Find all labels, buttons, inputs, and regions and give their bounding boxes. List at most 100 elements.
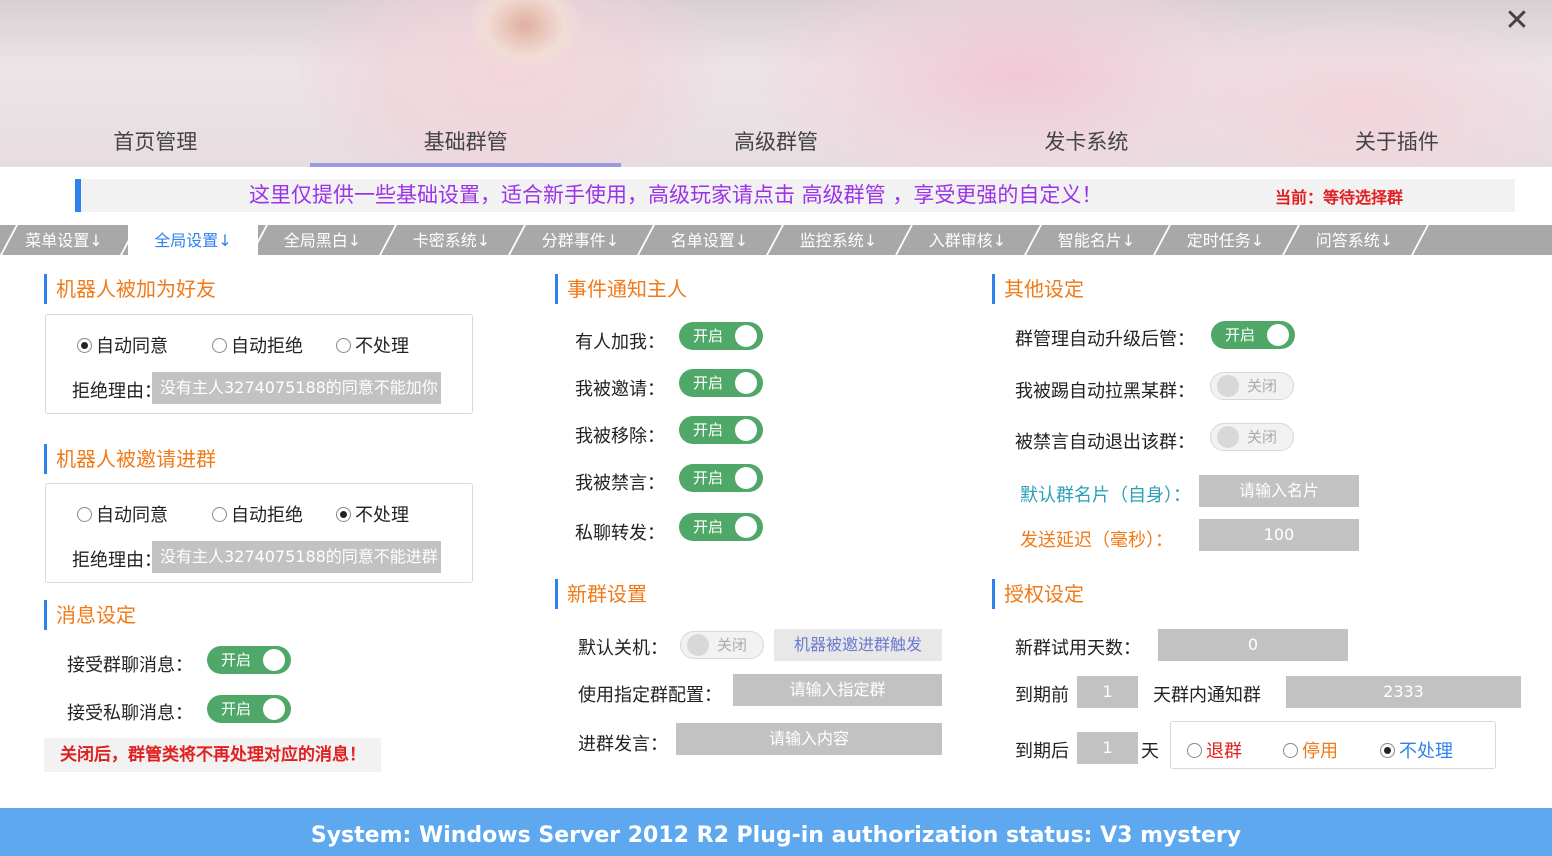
close-icon[interactable]: ✕ bbox=[1502, 6, 1532, 36]
radio-circle-icon bbox=[1380, 743, 1395, 758]
event-label-friend-add: 有人加我： bbox=[575, 332, 665, 353]
event-toggle-invited[interactable]: 开启 bbox=[679, 369, 763, 397]
main-nav: 首页管理 基础群管 高级群管 发卡系统 关于插件 bbox=[0, 118, 1552, 167]
expire-radio-disable[interactable]: 停用 bbox=[1283, 737, 1338, 763]
section-title-auth: 授权设定 bbox=[992, 579, 1084, 609]
sub-tab-bar: 菜单设置↓ 全局设置↓ 全局黑白↓ 卡密系统↓ 分群事件↓ 名单设置↓ 监控系统… bbox=[0, 225, 1552, 255]
invite-radio-accept[interactable]: 自动同意 bbox=[77, 501, 168, 527]
event-toggle-friend-add[interactable]: 开启 bbox=[679, 322, 763, 350]
radio-circle-icon bbox=[212, 507, 227, 522]
other-toggle-admin-upgrade[interactable]: 开启 bbox=[1211, 321, 1295, 349]
event-toggle-removed[interactable]: 开启 bbox=[679, 416, 763, 444]
join-speech-label: 进群发言： bbox=[578, 734, 668, 755]
tab-card-key-system[interactable]: 卡密系统↓ bbox=[387, 225, 516, 255]
accept-private-message-toggle[interactable]: 开启 bbox=[207, 695, 291, 723]
tab-menu-settings[interactable]: 菜单设置↓ bbox=[0, 225, 128, 255]
tab-join-review[interactable]: 入群审核↓ bbox=[903, 225, 1032, 255]
status-footer: System: Windows Server 2012 R2 Plug-in a… bbox=[0, 808, 1552, 856]
friend-radio-reject[interactable]: 自动拒绝 bbox=[212, 332, 303, 358]
expire-after-input[interactable]: 1 bbox=[1077, 732, 1138, 764]
event-label-invited: 我被邀请： bbox=[575, 379, 665, 400]
default-card-input[interactable]: 请输入名片 bbox=[1199, 475, 1359, 507]
tab-global-settings[interactable]: 全局设置↓ bbox=[128, 225, 258, 255]
accept-private-message-label: 接受私聊消息： bbox=[67, 703, 193, 724]
nav-card-system[interactable]: 发卡系统 bbox=[931, 118, 1241, 167]
event-label-muted: 我被禁言： bbox=[575, 473, 665, 494]
radio-circle-icon bbox=[336, 507, 351, 522]
nav-basic-group[interactable]: 基础群管 bbox=[310, 118, 622, 167]
invite-trigger-button[interactable]: 机器被邀进群触发 bbox=[774, 629, 942, 661]
section-title-friend: 机器人被加为好友 bbox=[44, 274, 216, 304]
tab-qa-system[interactable]: 问答系统↓ bbox=[1290, 225, 1419, 255]
accept-group-message-label: 接受群聊消息： bbox=[67, 655, 193, 676]
friend-reason-label: 拒绝理由： bbox=[72, 381, 162, 402]
expire-after-label: 到期后 bbox=[1015, 741, 1069, 762]
tab-list-settings[interactable]: 名单设置↓ bbox=[645, 225, 774, 255]
invite-radio-reject[interactable]: 自动拒绝 bbox=[212, 501, 303, 527]
toggle-knob-icon bbox=[687, 634, 709, 656]
join-speech-input[interactable]: 请输入内容 bbox=[676, 723, 942, 755]
notify-group-input[interactable]: 2333 bbox=[1286, 676, 1521, 708]
nav-about-plugin[interactable]: 关于插件 bbox=[1242, 118, 1552, 167]
toggle-knob-icon bbox=[735, 372, 757, 394]
section-title-invite: 机器人被邀请进群 bbox=[44, 444, 216, 474]
default-off-label: 默认关机： bbox=[578, 638, 668, 659]
nav-home[interactable]: 首页管理 bbox=[0, 118, 310, 167]
toggle-knob-icon bbox=[735, 325, 757, 347]
expire-radio-ignore[interactable]: 不处理 bbox=[1380, 737, 1453, 763]
radio-circle-icon bbox=[336, 338, 351, 353]
trial-days-input[interactable]: 0 bbox=[1158, 629, 1348, 661]
event-toggle-private-forward[interactable]: 开启 bbox=[679, 513, 763, 541]
toggle-knob-icon bbox=[263, 698, 285, 720]
notify-group-label: 天群内通知群 bbox=[1153, 685, 1261, 706]
toggle-knob-icon bbox=[735, 419, 757, 441]
expire-before-input[interactable]: 1 bbox=[1077, 676, 1138, 708]
send-delay-input[interactable]: 100 bbox=[1199, 519, 1359, 551]
tab-monitor-system[interactable]: 监控系统↓ bbox=[774, 225, 903, 255]
toggle-knob-icon bbox=[735, 467, 757, 489]
event-label-removed: 我被移除： bbox=[575, 426, 665, 447]
group-config-label: 使用指定群配置： bbox=[578, 685, 722, 706]
radio-circle-icon bbox=[77, 338, 92, 353]
tab-smart-card[interactable]: 智能名片↓ bbox=[1032, 225, 1161, 255]
toggle-knob-icon bbox=[1217, 426, 1239, 448]
toggle-knob-icon bbox=[1267, 324, 1289, 346]
tab-scheduled-tasks[interactable]: 定时任务↓ bbox=[1161, 225, 1290, 255]
friend-radio-accept[interactable]: 自动同意 bbox=[77, 332, 168, 358]
radio-circle-icon bbox=[1283, 743, 1298, 758]
day-unit-label: 天 bbox=[1141, 741, 1159, 762]
section-title-newgroup: 新群设置 bbox=[555, 579, 647, 609]
default-off-toggle[interactable]: 关闭 bbox=[680, 631, 764, 659]
accept-group-message-toggle[interactable]: 开启 bbox=[207, 646, 291, 674]
friend-radio-ignore[interactable]: 不处理 bbox=[336, 332, 409, 358]
toggle-knob-icon bbox=[1217, 375, 1239, 397]
header-banner: ✕ 首页管理 基础群管 高级群管 发卡系统 关于插件 bbox=[0, 0, 1552, 167]
default-card-label: 默认群名片（自身）： bbox=[1020, 485, 1191, 506]
trial-days-label: 新群试用天数： bbox=[1015, 638, 1141, 659]
toggle-knob-icon bbox=[735, 516, 757, 538]
other-toggle-mute-exit[interactable]: 关闭 bbox=[1210, 423, 1294, 451]
other-toggle-kick-blacklist[interactable]: 关闭 bbox=[1210, 372, 1294, 400]
section-title-message: 消息设定 bbox=[44, 600, 136, 630]
tab-group-events[interactable]: 分群事件↓ bbox=[516, 225, 645, 255]
invite-reason-input[interactable]: 没有主人3274075188的同意不能进群 bbox=[152, 541, 441, 573]
tab-global-blackwhite[interactable]: 全局黑白↓ bbox=[258, 225, 387, 255]
toggle-knob-icon bbox=[263, 649, 285, 671]
send-delay-label: 发送延迟（毫秒）： bbox=[1020, 530, 1173, 551]
invite-reason-label: 拒绝理由： bbox=[72, 550, 162, 571]
event-label-private-forward: 私聊转发： bbox=[575, 523, 665, 544]
friend-reason-input[interactable]: 没有主人3274075188的同意不能加你 bbox=[152, 372, 441, 404]
radio-circle-icon bbox=[1187, 743, 1202, 758]
other-label-mute-exit: 被禁言自动退出该群： bbox=[1015, 432, 1195, 453]
expire-radio-leave[interactable]: 退群 bbox=[1187, 737, 1242, 763]
invite-radio-ignore[interactable]: 不处理 bbox=[336, 501, 409, 527]
event-toggle-muted[interactable]: 开启 bbox=[679, 464, 763, 492]
group-config-input[interactable]: 请输入指定群 bbox=[733, 674, 942, 706]
expire-before-label: 到期前 bbox=[1015, 685, 1069, 706]
radio-circle-icon bbox=[77, 507, 92, 522]
other-label-kick-blacklist: 我被踢自动拉黑某群： bbox=[1015, 381, 1195, 402]
current-group-status: 当前：等待选择群 bbox=[1275, 188, 1404, 207]
other-label-admin-upgrade: 群管理自动升级后管： bbox=[1015, 329, 1195, 350]
nav-advanced-group[interactable]: 高级群管 bbox=[621, 118, 931, 167]
message-warning: 关闭后，群管类将不再处理对应的消息！ bbox=[44, 738, 381, 772]
